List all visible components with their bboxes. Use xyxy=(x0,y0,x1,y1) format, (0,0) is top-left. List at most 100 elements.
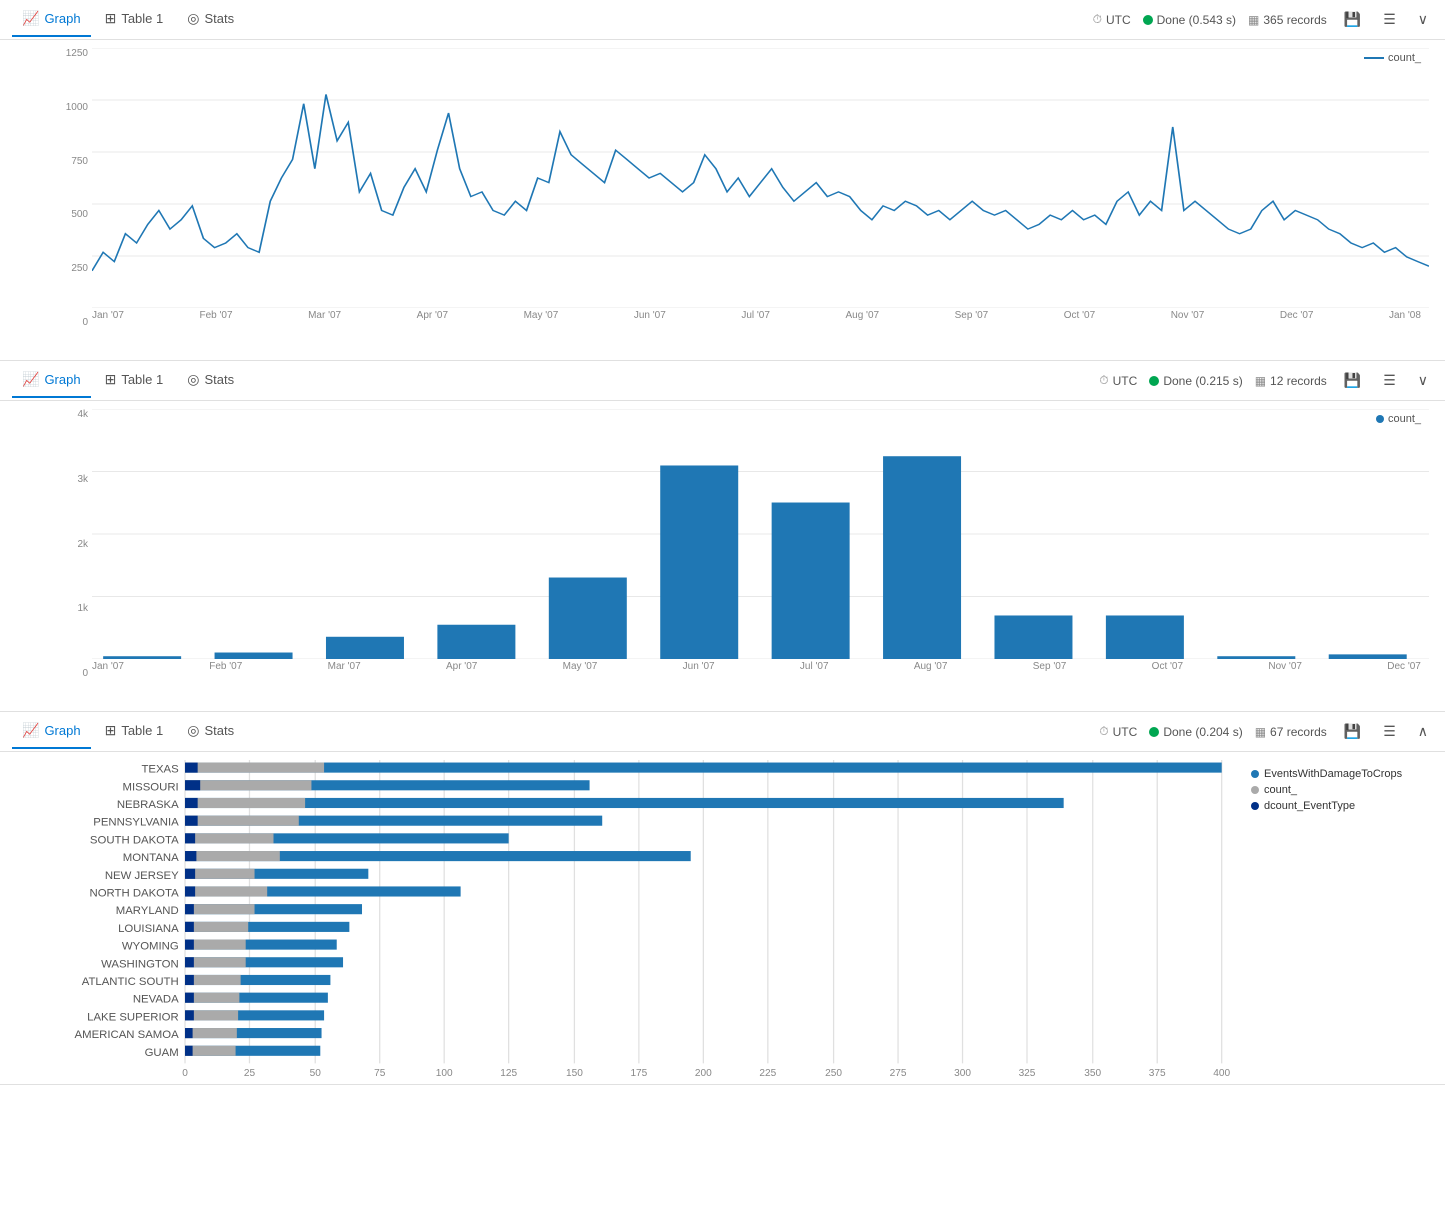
tab-table-label-3: Table 1 xyxy=(121,723,163,738)
columns-btn-2[interactable]: ☰ xyxy=(1378,369,1401,392)
hbar-bar-ls-dark xyxy=(185,1010,194,1020)
done-dot-3 xyxy=(1149,727,1159,737)
graph-icon-3: 📈 xyxy=(22,722,39,739)
y-label-1250: 1250 xyxy=(66,48,88,59)
x-label-feb07: Feb '07 xyxy=(199,310,232,321)
hbar-label-missouri: MISSOURI xyxy=(123,781,179,793)
toolbar-2: 📈 Graph ⊞ Table 1 ◎ Stats ⏱ UTC Done (0.… xyxy=(0,361,1445,401)
tab-table-3[interactable]: ⊞ Table 1 xyxy=(95,714,174,749)
line-chart-svg-1 xyxy=(92,48,1429,308)
done-badge-3: Done (0.204 s) xyxy=(1149,725,1242,739)
utc-label-1: UTC xyxy=(1106,13,1131,27)
toolbar-right-2: ⏱ UTC Done (0.215 s) ▦ 12 records 💾 ☰ ∨ xyxy=(1099,369,1433,392)
hbar-bar-texas-dark xyxy=(185,763,198,773)
legend-label-1: count_ xyxy=(1388,52,1421,64)
bar-mar xyxy=(326,637,404,659)
hbar-label-northdakota: NORTH DAKOTA xyxy=(89,888,179,900)
toolbar-1: 📈 Graph ⊞ Table 1 ◎ Stats ⏱ UTC Done (0.… xyxy=(0,0,1445,40)
x-label-nov07: Nov '07 xyxy=(1171,310,1205,321)
stats-icon-2: ◎ xyxy=(187,371,199,388)
clock-icon-1: ⏱ xyxy=(1093,12,1102,27)
chevron-down-icon-1[interactable]: ∨ xyxy=(1413,8,1433,31)
hbar-bar-md-dark xyxy=(185,904,194,914)
chevron-up-icon-3[interactable]: ∧ xyxy=(1413,720,1433,743)
clock-icon-2: ⏱ xyxy=(1099,373,1108,388)
hbar-bar-nj-dark xyxy=(185,869,195,879)
done-label-3: Done (0.204 s) xyxy=(1163,725,1242,739)
save-btn-1[interactable]: 💾 xyxy=(1339,8,1366,31)
hbar-bar-wy-dark xyxy=(185,940,194,950)
panel-1: 📈 Graph ⊞ Table 1 ◎ Stats ⏱ UTC Done (0.… xyxy=(0,0,1445,361)
tab-graph-2[interactable]: 📈 Graph xyxy=(12,363,91,398)
done-label-1: Done (0.543 s) xyxy=(1157,13,1236,27)
x-label-125-3: 125 xyxy=(500,1068,517,1076)
hbar-bar-md-gray xyxy=(185,904,255,914)
x-label-jan07-2: Jan '07 xyxy=(92,661,124,672)
legend-dot-dcount xyxy=(1251,802,1259,810)
tab-graph-label-2: Graph xyxy=(44,372,80,387)
bar-oct xyxy=(1106,615,1184,659)
done-badge-2: Done (0.215 s) xyxy=(1149,374,1242,388)
x-label-dec07-2: Dec '07 xyxy=(1387,661,1421,672)
x-label-jun07: Jun '07 xyxy=(634,310,666,321)
x-label-apr07-2: Apr '07 xyxy=(446,661,477,672)
panel-3: 📈 Graph ⊞ Table 1 ◎ Stats ⏱ UTC Done (0.… xyxy=(0,712,1445,1085)
hbar-label-wyoming: WYOMING xyxy=(122,941,179,953)
bar-chart-svg-2 xyxy=(92,409,1429,659)
hbar-bar-nd-gray xyxy=(185,886,267,896)
x-label-nov07-2: Nov '07 xyxy=(1268,661,1302,672)
x-label-jan08: Jan '08 xyxy=(1389,310,1421,321)
x-label-oct07-2: Oct '07 xyxy=(1152,661,1183,672)
columns-btn-1[interactable]: ☰ xyxy=(1378,8,1401,31)
x-label-150-3: 150 xyxy=(566,1068,583,1076)
tab-graph-1[interactable]: 📈 Graph xyxy=(12,2,91,37)
chart-area-2: 4k 3k 2k 1k 0 count_ xyxy=(0,401,1445,711)
y-label-2k: 2k xyxy=(77,539,88,550)
hbar-label-louisiana: LOUISIANA xyxy=(118,923,179,935)
tab-table-label-2: Table 1 xyxy=(121,372,163,387)
hbar-label-guam: GUAM xyxy=(145,1047,179,1059)
done-dot-1 xyxy=(1143,15,1153,25)
hbar-bar-missouri-gray xyxy=(185,780,311,790)
y-label-250: 250 xyxy=(71,263,88,274)
table-icon-2: ⊞ xyxy=(105,371,117,388)
x-label-75-3: 75 xyxy=(374,1068,386,1076)
done-label-2: Done (0.215 s) xyxy=(1163,374,1242,388)
tab-stats-2[interactable]: ◎ Stats xyxy=(177,363,244,398)
x-label-400-3: 400 xyxy=(1213,1068,1230,1076)
records-label-3: 67 records xyxy=(1270,725,1327,739)
stats-icon-1: ◎ xyxy=(187,10,199,27)
hbar-label-nevada: NEVADA xyxy=(133,994,179,1006)
utc-badge-2: ⏱ UTC xyxy=(1099,373,1137,388)
bar-aug xyxy=(883,456,961,659)
columns-btn-3[interactable]: ☰ xyxy=(1378,720,1401,743)
hbar-bar-guam-dark xyxy=(185,1046,193,1056)
utc-label-2: UTC xyxy=(1113,374,1138,388)
x-label-325-3: 325 xyxy=(1019,1068,1036,1076)
x-label-225-3: 225 xyxy=(759,1068,776,1076)
x-label-300-3: 300 xyxy=(954,1068,971,1076)
chevron-down-icon-2[interactable]: ∨ xyxy=(1413,369,1433,392)
hbar-bar-ams-gray xyxy=(185,1028,237,1038)
hbar-label-texas: TEXAS xyxy=(141,764,179,776)
hbar-bar-wa-dark xyxy=(185,957,194,967)
x-label-dec07: Dec '07 xyxy=(1280,310,1314,321)
tab-graph-3[interactable]: 📈 Graph xyxy=(12,714,91,749)
tab-table-1[interactable]: ⊞ Table 1 xyxy=(95,2,174,37)
save-btn-3[interactable]: 💾 xyxy=(1339,720,1366,743)
legend-1: count_ xyxy=(1364,52,1421,64)
tab-stats-1[interactable]: ◎ Stats xyxy=(177,2,244,37)
hbar-label-nebraska: NEBRASKA xyxy=(117,799,179,811)
bar-nov xyxy=(1217,656,1295,659)
records-badge-1: ▦ 365 records xyxy=(1248,13,1327,27)
hbar-bar-texas-gray xyxy=(185,763,324,773)
chart-container-2: 4k 3k 2k 1k 0 count_ xyxy=(48,409,1429,703)
tab-stats-3[interactable]: ◎ Stats xyxy=(177,714,244,749)
save-btn-2[interactable]: 💾 xyxy=(1339,369,1366,392)
tab-table-2[interactable]: ⊞ Table 1 xyxy=(95,363,174,398)
hbar-label-washington: WASHINGTON xyxy=(101,958,179,970)
x-label-jul07-2: Jul '07 xyxy=(800,661,829,672)
hbar-main-3: TEXAS MISSOURI NEBRASKA PENNSYLVANIA xyxy=(8,760,1247,1076)
hbar-bar-nj-gray xyxy=(185,869,255,879)
records-badge-2: ▦ 12 records xyxy=(1255,374,1327,388)
